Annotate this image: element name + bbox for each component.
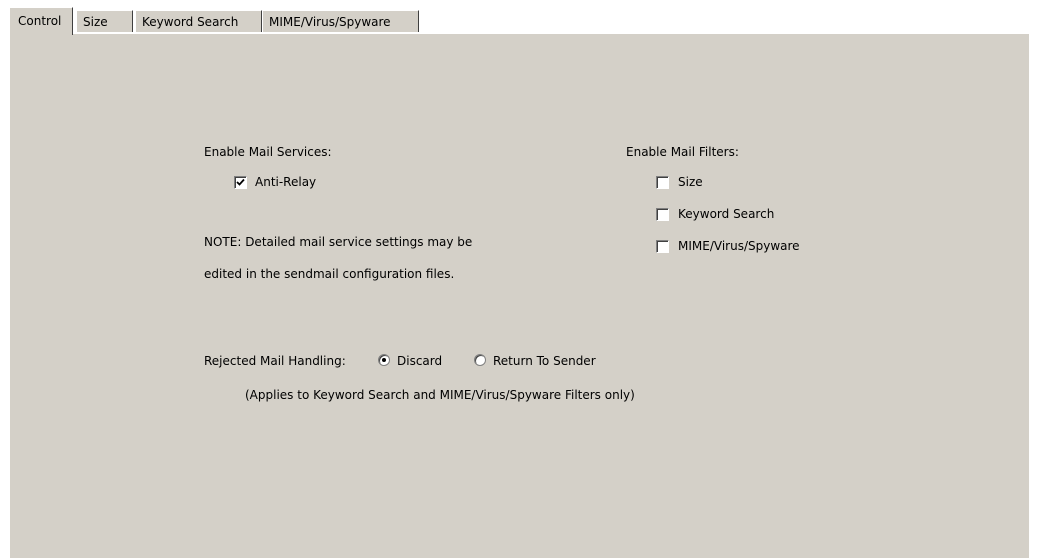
tab-keyword-search[interactable]: Keyword Search	[135, 10, 262, 32]
note-line-2: edited in the sendmail configuration fil…	[204, 267, 455, 281]
anti-relay-label[interactable]: Anti-Relay	[255, 175, 316, 189]
checkmark-icon	[236, 178, 245, 186]
mime-virus-spyware-filter-label[interactable]: MIME/Virus/Spyware	[678, 239, 800, 253]
tab-mime-virus-spyware-label: MIME/Virus/Spyware	[269, 15, 391, 29]
rejected-mail-footnote: (Applies to Keyword Search and MIME/Viru…	[245, 388, 635, 402]
size-filter-checkbox-box[interactable]	[656, 176, 669, 189]
mime-virus-spyware-filter-checkbox-box[interactable]	[656, 240, 669, 253]
tab-mime-virus-spyware[interactable]: MIME/Virus/Spyware	[262, 10, 419, 32]
rejected-mail-handling-label: Rejected Mail Handling:	[204, 354, 346, 368]
return-to-sender-radio-label[interactable]: Return To Sender	[493, 354, 596, 368]
anti-relay-checkbox-box[interactable]	[234, 176, 247, 189]
mail-filters-heading: Enable Mail Filters:	[626, 145, 739, 159]
discard-radio-circle[interactable]	[378, 354, 390, 366]
keyword-search-filter-label[interactable]: Keyword Search	[678, 207, 774, 221]
size-filter-label[interactable]: Size	[678, 175, 703, 189]
tab-strip: Control Size Keyword Search MIME/Virus/S…	[9, 7, 1029, 35]
control-tab-panel: Enable Mail Services: Anti-Relay NOTE: D…	[9, 33, 1029, 558]
discard-radio-label[interactable]: Discard	[397, 354, 442, 368]
tab-size-label: Size	[83, 15, 108, 29]
mail-services-heading: Enable Mail Services:	[204, 145, 332, 159]
tab-keyword-search-label: Keyword Search	[142, 15, 239, 29]
tab-size[interactable]: Size	[76, 10, 133, 32]
keyword-search-filter-checkbox-box[interactable]	[656, 208, 669, 221]
radio-selected-dot-icon	[382, 358, 386, 362]
return-to-sender-radio-circle[interactable]	[474, 354, 486, 366]
tab-control[interactable]: Control	[9, 7, 73, 35]
note-line-1: NOTE: Detailed mail service settings may…	[204, 235, 473, 249]
tab-control-label: Control	[18, 14, 62, 28]
